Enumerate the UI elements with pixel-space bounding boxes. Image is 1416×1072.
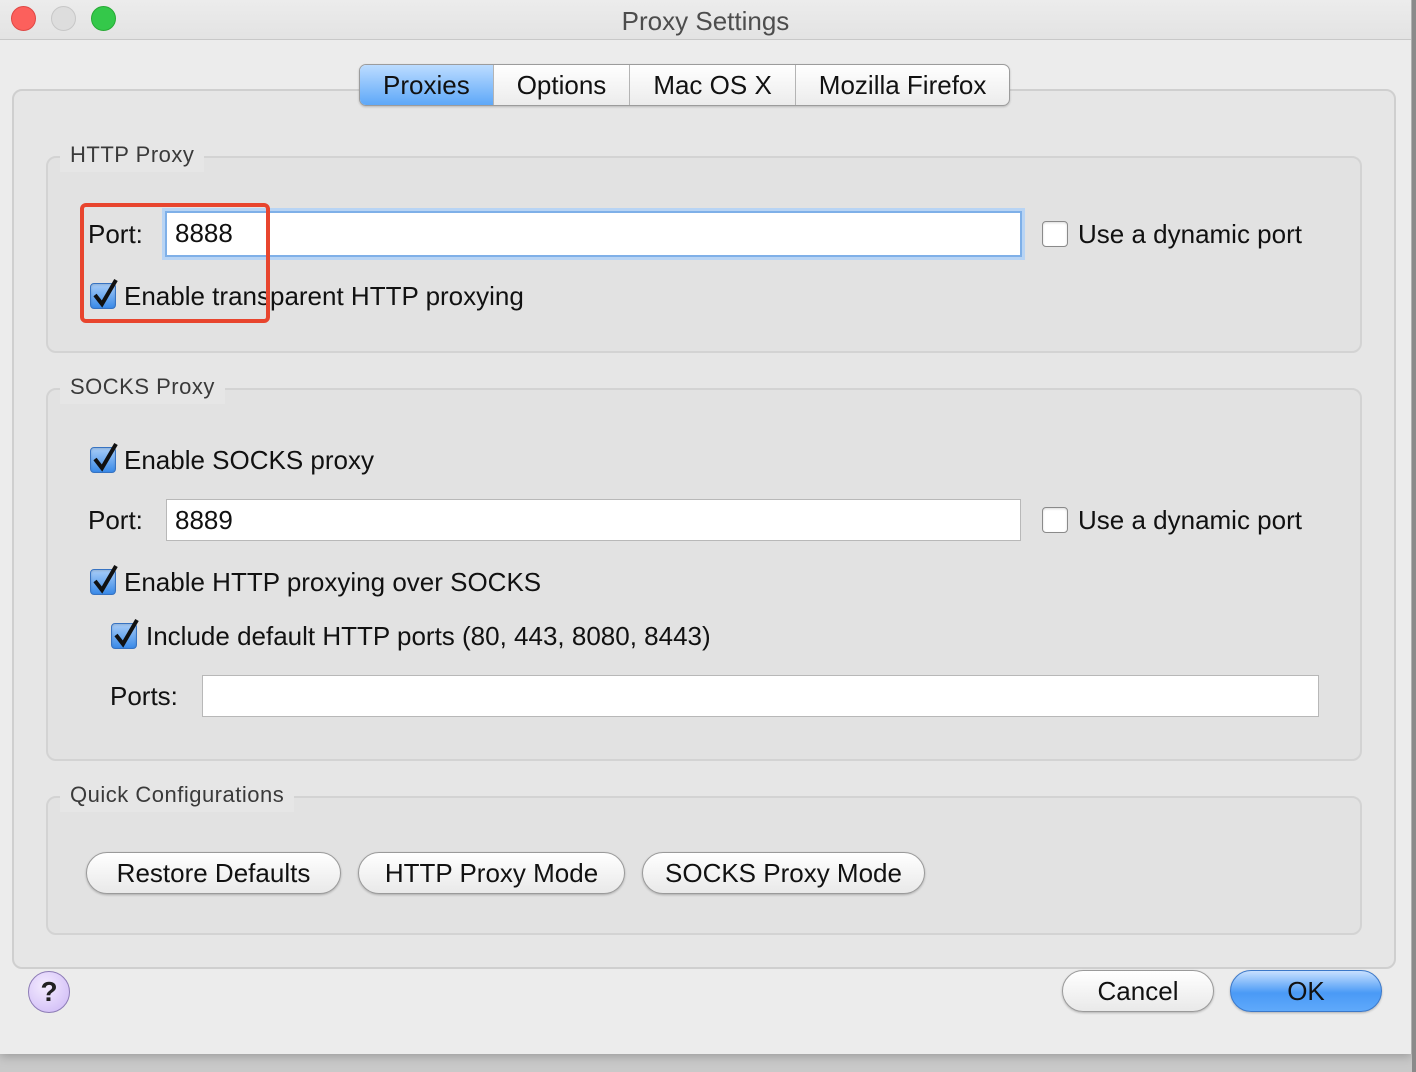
http-over-socks-label: Enable HTTP proxying over SOCKS <box>124 567 542 597</box>
tab-options[interactable]: Options <box>494 65 631 105</box>
ports-field[interactable] <box>202 675 1319 717</box>
restore-defaults-button[interactable]: Restore Defaults <box>86 852 341 894</box>
annotation-highlight-box <box>80 203 270 323</box>
http-proxy-group-title: HTTP Proxy <box>60 138 205 172</box>
help-button[interactable]: ? <box>28 971 70 1013</box>
ok-button[interactable]: OK <box>1230 970 1382 1012</box>
tab-mozilla-firefox[interactable]: Mozilla Firefox <box>796 65 1010 105</box>
http-dynamic-port-label: Use a dynamic port <box>1078 219 1302 249</box>
socks-proxy-group-title: SOCKS Proxy <box>60 370 225 404</box>
title-bar: Proxy Settings <box>0 0 1411 40</box>
http-port-field[interactable]: 8888 <box>165 211 1022 257</box>
include-default-ports-checkbox[interactable] <box>111 618 139 649</box>
enable-socks-label: Enable SOCKS proxy <box>124 445 375 475</box>
checkmark-icon <box>114 618 139 648</box>
socks-dynamic-port-label: Use a dynamic port <box>1078 505 1302 535</box>
tab-bar: Proxies Options Mac OS X Mozilla Firefox <box>359 64 1011 106</box>
enable-socks-checkbox[interactable] <box>90 442 118 473</box>
include-default-ports-label: Include default HTTP ports (80, 443, 808… <box>146 621 711 651</box>
socks-port-label: Port: <box>88 505 143 535</box>
ports-label: Ports: <box>110 681 178 711</box>
tab-proxies[interactable]: Proxies <box>360 65 494 105</box>
tab-mac-os-x[interactable]: Mac OS X <box>630 65 796 105</box>
cancel-button[interactable]: Cancel <box>1062 970 1214 1012</box>
checkmark-icon <box>93 442 118 472</box>
http-over-socks-checkbox[interactable] <box>90 564 118 595</box>
socks-port-field[interactable]: 8889 <box>166 499 1021 541</box>
background-window-edge <box>1412 0 1416 1072</box>
proxy-settings-window: Proxy Settings Proxies Options Mac OS X … <box>0 0 1412 1054</box>
checkmark-icon <box>93 564 118 594</box>
quick-config-group-title: Quick Configurations <box>60 778 295 812</box>
http-proxy-mode-button[interactable]: HTTP Proxy Mode <box>358 852 625 894</box>
window-title: Proxy Settings <box>621 6 790 36</box>
socks-dynamic-port-checkbox[interactable] <box>1042 507 1068 533</box>
http-dynamic-port-checkbox[interactable] <box>1042 221 1068 247</box>
socks-proxy-mode-button[interactable]: SOCKS Proxy Mode <box>642 852 925 894</box>
